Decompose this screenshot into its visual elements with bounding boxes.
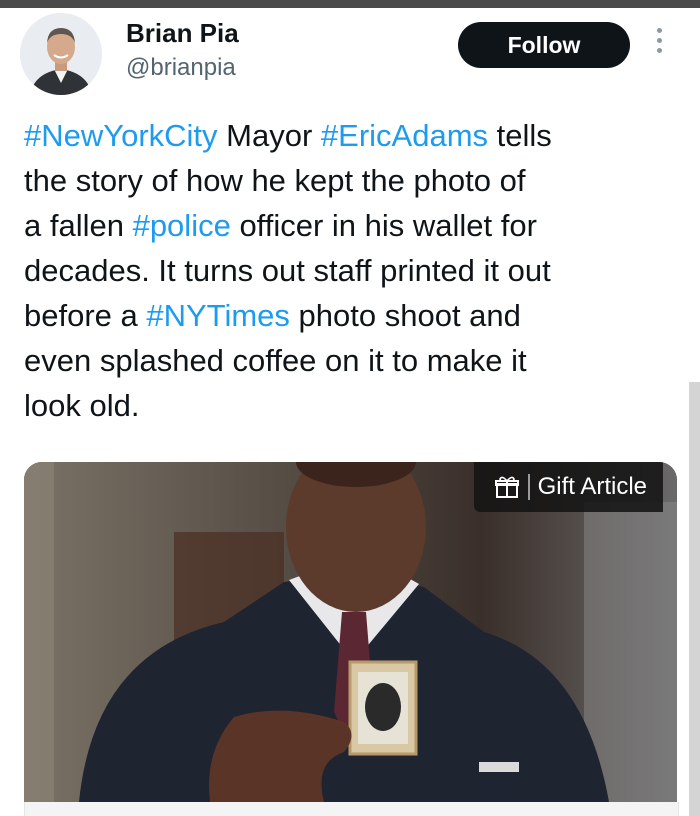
- tweet-text-segment: a fallen: [24, 208, 133, 243]
- hashtag-link[interactable]: #EricAdams: [321, 118, 488, 153]
- tweet-line: decades. It turns out staff printed it o…: [24, 248, 670, 293]
- tweet-text-segment: the story of how he kept the photo of: [24, 163, 526, 198]
- gift-icon: [494, 476, 519, 498]
- follow-button[interactable]: Follow: [458, 22, 630, 68]
- tweet-text: #NewYorkCity Mayor #EricAdams tells the s…: [24, 113, 670, 428]
- tweet-text-segment: look old.: [24, 388, 140, 423]
- page-scrollbar[interactable]: [689, 382, 700, 816]
- top-status-strip: [0, 0, 700, 8]
- tweet-line: before a #NYTimes photo shoot and: [24, 293, 670, 338]
- tweet-text-segment: decades. It turns out staff printed it o…: [24, 253, 551, 288]
- article-photo: [24, 462, 677, 802]
- author-avatar[interactable]: [20, 13, 102, 95]
- tweet-line: a fallen #police officer in his wallet f…: [24, 203, 670, 248]
- avatar-photo: [20, 13, 102, 95]
- media-card-footer: [24, 802, 679, 816]
- tweet-text-segment: officer in his wallet for: [230, 208, 537, 243]
- tweet-line: the story of how he kept the photo of: [24, 158, 670, 203]
- tweet-media[interactable]: Gift Article: [24, 462, 677, 802]
- tweet-text-segment: photo shoot and: [289, 298, 521, 333]
- tweet-text-segment: Mayor: [217, 118, 321, 153]
- tweet-line: even splashed coffee on it to make it: [24, 338, 670, 383]
- tweet-line: look old.: [24, 383, 670, 428]
- tweet-line: #NewYorkCity Mayor #EricAdams tells: [24, 113, 670, 158]
- hashtag-link[interactable]: #NYTimes: [146, 298, 290, 333]
- gift-article-button[interactable]: Gift Article: [473, 462, 663, 512]
- gift-divider: [527, 474, 530, 500]
- author-handle[interactable]: @brianpia: [126, 52, 236, 84]
- hashtag-link[interactable]: #NewYorkCity: [24, 118, 218, 153]
- tweet-text-segment: even splashed coffee on it to make it: [24, 343, 527, 378]
- gift-article-label: Gift Article: [537, 473, 647, 500]
- more-options-icon[interactable]: [650, 28, 668, 62]
- tweet-text-segment: tells: [488, 118, 552, 153]
- hashtag-link[interactable]: #police: [133, 208, 231, 243]
- author-name[interactable]: Brian Pia: [126, 16, 239, 50]
- tweet-text-segment: before a: [24, 298, 147, 333]
